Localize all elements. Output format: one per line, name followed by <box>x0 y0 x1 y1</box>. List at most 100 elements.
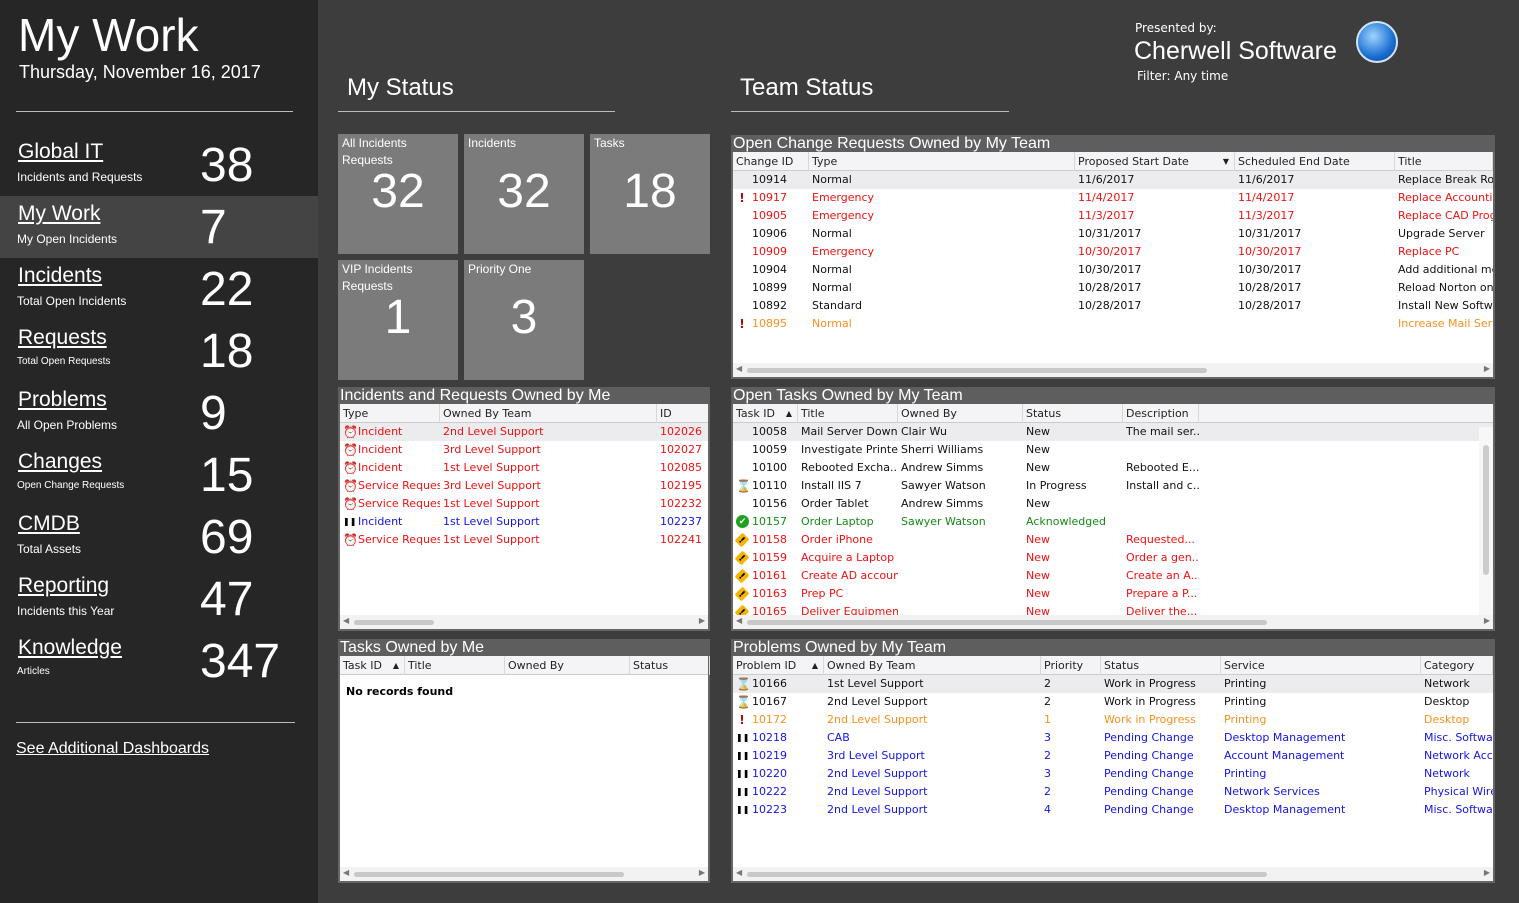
column-header[interactable]: Problem ID ▲ <box>733 656 824 675</box>
sidebar-item-label[interactable]: Incidents <box>18 264 102 288</box>
column-header[interactable]: Task ID ▲ <box>733 404 798 423</box>
table-row[interactable]: 10906 Normal 10/31/2017 10/31/2017 Upgrade S… <box>733 225 1493 243</box>
horizontal-scrollbar[interactable]: ◀ ▶ <box>340 867 708 881</box>
table-cell: 10/30/2017 <box>1078 245 1142 258</box>
sidebar-item-subtitle: Articles <box>17 666 50 677</box>
table-row[interactable]: ⌛ 10167 2nd Level Support 2 Work in Progress… <box>733 693 1493 711</box>
column-header[interactable]: Task ID ▲ <box>340 656 405 675</box>
table-row[interactable]: ⏰ Incident 2nd Level Support 102026 <box>340 423 708 441</box>
sidebar-item-label[interactable]: Problems <box>18 388 107 412</box>
table-row[interactable]: ! 10895 Normal Increase Mail Server <box>733 315 1493 333</box>
table-row[interactable]: ⏰ Service Request 1st Level Support 102232 <box>340 495 708 513</box>
table-row[interactable]: 10899 Normal 10/28/2017 10/28/2017 Reload No… <box>733 279 1493 297</box>
table-row[interactable]: ⏰ Service Request 3rd Level Support 102195 <box>340 477 708 495</box>
table-cell: Order Tablet <box>801 497 869 510</box>
table-cell: 10899 <box>752 281 787 294</box>
horizontal-scrollbar[interactable]: ◀ ▶ <box>733 867 1493 881</box>
table-row[interactable]: ⌛ 10110 Install IIS 7 Sawyer Watson In Progr… <box>733 477 1493 495</box>
sidebar-item-label[interactable]: Requests <box>18 326 107 350</box>
table-row[interactable]: 10904 Normal 10/30/2017 10/30/2017 Add addit… <box>733 261 1493 279</box>
table-cell: Normal <box>812 317 852 330</box>
status-tile-tasks[interactable]: Tasks 18 <box>590 134 710 254</box>
column-header[interactable]: Type <box>340 404 440 423</box>
table-cell: Network Access <box>1424 749 1493 762</box>
column-header[interactable]: Title <box>405 656 505 675</box>
column-header[interactable]: Title <box>1395 152 1493 171</box>
sidebar-item-label[interactable]: CMDB <box>18 512 80 536</box>
table-row[interactable]: ! 10158 Order iPhone New Requested... <box>733 531 1493 549</box>
sidebar-item-knowledge[interactable]: Knowledge Articles 347 <box>0 630 318 692</box>
table-row[interactable]: ❚❚ Incident 1st Level Support 102237 <box>340 513 708 531</box>
table-row[interactable]: 10905 Emergency 11/3/2017 11/3/2017 Replace … <box>733 207 1493 225</box>
column-header[interactable]: Status <box>630 656 710 675</box>
sidebar-item-global-it[interactable]: Global IT Incidents and Requests 38 <box>0 134 318 196</box>
tile-value: 32 <box>497 165 551 218</box>
table-row[interactable]: 10156 Order Tablet Andrew Simms New <box>733 495 1493 513</box>
table-row[interactable]: 10892 Standard 10/28/2017 10/28/2017 Install… <box>733 297 1493 315</box>
column-header[interactable]: Owned By Team <box>824 656 1041 675</box>
status-tile-priority-one[interactable]: Priority One 3 <box>464 260 584 380</box>
table-row[interactable]: ⌛ 10166 1st Level Support 2 Work in Progress… <box>733 675 1493 693</box>
table-row[interactable]: ! 10163 Prep PC New Prepare a P... <box>733 585 1493 603</box>
horizontal-scrollbar[interactable]: ◀ ▶ <box>733 615 1493 629</box>
column-header[interactable]: Change ID <box>733 152 809 171</box>
status-tile-incidents[interactable]: Incidents 32 <box>464 134 584 254</box>
table-row[interactable]: ❚❚ 10219 3rd Level Support 2 Pending Change A… <box>733 747 1493 765</box>
table-row[interactable]: 10909 Emergency 10/30/2017 10/30/2017 Replac… <box>733 243 1493 261</box>
column-header[interactable]: Owned By <box>505 656 630 675</box>
sidebar-item-cmdb[interactable]: CMDB Total Assets 69 <box>0 506 318 568</box>
column-header[interactable]: Service <box>1221 656 1421 675</box>
sidebar-item-label[interactable]: Knowledge <box>18 636 122 660</box>
column-header[interactable]: Owned By <box>898 404 1023 423</box>
table-cell: 2nd Level Support <box>827 785 928 798</box>
sidebar-item-requests[interactable]: Requests Total Open Requests 18 <box>0 320 318 382</box>
table-row[interactable]: ❚❚ 10222 2nd Level Support 2 Pending Change N… <box>733 783 1493 801</box>
horizontal-scrollbar[interactable]: ◀ ▶ <box>733 363 1493 377</box>
table-row[interactable]: 10058 Mail Server Down Clair Wu New The mail… <box>733 423 1493 441</box>
sidebar-item-label[interactable]: Global IT <box>18 140 103 164</box>
vertical-scrollbar[interactable] <box>1479 427 1493 629</box>
table-row[interactable]: ! 10917 Emergency 11/4/2017 11/4/2017 Replace… <box>733 189 1493 207</box>
sidebar-item-reporting[interactable]: Reporting Incidents this Year 47 <box>0 568 318 630</box>
table-row[interactable]: ⏰ Service Request 1st Level Support 102241 <box>340 531 708 549</box>
table-cell: Replace Break Room <box>1398 173 1493 186</box>
column-header[interactable]: Scheduled End Date <box>1235 152 1395 171</box>
column-header[interactable]: Proposed Start Date ▼ <box>1075 152 1235 171</box>
no-records-message: No records found <box>346 685 454 698</box>
table-row[interactable]: ! 10172 2nd Level Support 1 Work in Progress… <box>733 711 1493 729</box>
sidebar-item-problems[interactable]: Problems All Open Problems 9 <box>0 382 318 444</box>
table-row[interactable]: ✔ 10157 Order Laptop Sawyer Watson Acknowled… <box>733 513 1493 531</box>
column-header[interactable]: Type <box>809 152 1075 171</box>
sidebar-item-my-work[interactable]: My Work My Open Incidents 7 <box>0 196 318 258</box>
status-tile-vip-incidents-requests[interactable]: VIP Incidents Requests 1 <box>338 260 458 380</box>
table-cell: 2 <box>1044 785 1051 798</box>
table-cell: Emergency <box>812 191 875 204</box>
table-row[interactable]: ❚❚ 10223 2nd Level Support 4 Pending Change D… <box>733 801 1493 819</box>
table-row[interactable]: 10100 Rebooted Excha... Andrew Simms New Reb… <box>733 459 1493 477</box>
table-row[interactable]: ❚❚ 10218 CAB 3 Pending Change Desktop Managem… <box>733 729 1493 747</box>
see-additional-dashboards-link[interactable]: See Additional Dashboards <box>16 740 209 758</box>
filter-dropdown[interactable]: Filter: Any time <box>1137 69 1228 83</box>
table-row[interactable]: 10059 Investigate Printer Sherri Williams N… <box>733 441 1493 459</box>
column-header[interactable]: Status <box>1101 656 1221 675</box>
sidebar-item-label[interactable]: Reporting <box>18 574 109 598</box>
column-header[interactable]: Owned By Team <box>440 404 657 423</box>
table-row[interactable]: ! 10161 Create AD account New Create an A... <box>733 567 1493 585</box>
column-header[interactable]: Priority <box>1041 656 1101 675</box>
table-row[interactable]: ! 10159 Acquire a Laptop New Order a gen... <box>733 549 1493 567</box>
column-header[interactable]: Description <box>1123 404 1199 423</box>
sidebar-item-label[interactable]: Changes <box>18 450 102 474</box>
sidebar-item-incidents[interactable]: Incidents Total Open Incidents 22 <box>0 258 318 320</box>
sidebar-item-label[interactable]: My Work <box>18 202 100 226</box>
status-tile-all-incidents-requests[interactable]: All Incidents Requests 32 <box>338 134 458 254</box>
column-header[interactable]: Category <box>1421 656 1493 675</box>
table-row[interactable]: 10914 Normal 11/6/2017 11/6/2017 Replace Bre… <box>733 171 1493 189</box>
table-row[interactable]: ⏰ Incident 3rd Level Support 102027 <box>340 441 708 459</box>
table-cell: Printing <box>1224 713 1267 726</box>
table-row[interactable]: ⏰ Incident 1st Level Support 102085 <box>340 459 708 477</box>
column-header[interactable]: Title <box>798 404 898 423</box>
column-header[interactable]: Status <box>1023 404 1123 423</box>
sidebar-item-changes[interactable]: Changes Open Change Requests 15 <box>0 444 318 506</box>
table-row[interactable]: ❚❚ 10220 2nd Level Support 3 Pending Change P… <box>733 765 1493 783</box>
horizontal-scrollbar[interactable]: ◀ ▶ <box>340 615 708 629</box>
